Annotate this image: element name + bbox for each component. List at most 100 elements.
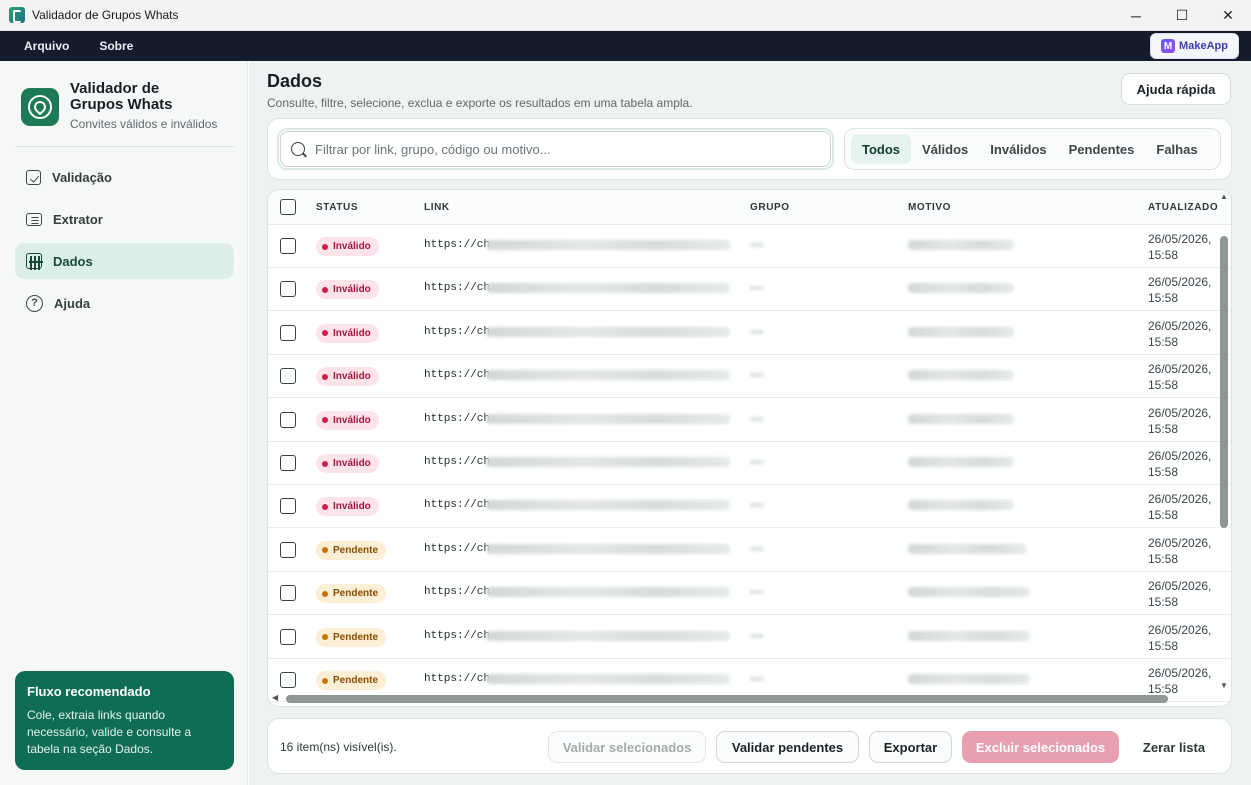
scroll-down-icon[interactable]: ▼ [1220,681,1228,690]
table-row[interactable]: Inválido https://ch 26/05/2026, 15:58 [268,399,1231,442]
redacted-group [750,243,764,247]
filter-bar: Todos Válidos Inválidos Pendentes Falhas [267,118,1232,180]
status-badge: Inválido [316,454,379,473]
status-label: Pendente [333,588,379,600]
brand-title: Validador de Grupos Whats [70,80,173,113]
makeapp-badge[interactable]: M MakeApp [1150,33,1239,59]
filter-tab-falhas[interactable]: Falhas [1145,134,1208,164]
delete-selected-button[interactable]: Excluir selecionados [962,731,1119,763]
status-dot-icon [322,590,328,597]
menu-sobre[interactable]: Sobre [84,39,148,53]
column-status[interactable]: STATUS [316,202,358,213]
row-checkbox[interactable] [280,541,296,558]
table-row[interactable]: Pendente https://ch 26/05/2026, 15:58 [268,529,1231,572]
link-text: https://ch [424,239,491,251]
redacted-group [750,590,764,595]
redacted-group [750,677,764,681]
validate-pending-button[interactable]: Validar pendentes [716,731,859,763]
link-text: https://ch [424,499,491,512]
redacted-link [486,413,730,424]
row-checkbox[interactable] [280,585,296,602]
quick-help-button[interactable]: Ajuda rápida [1121,73,1231,105]
status-dot-icon [322,634,328,641]
row-checkbox[interactable] [280,281,296,298]
status-label: Inválido [333,501,371,513]
status-dot-icon [322,373,328,380]
table-row[interactable]: Inválido https://ch 26/05/2026, 15:58 [268,355,1231,399]
filter-tab-invalidos[interactable]: Inválidos [979,134,1057,164]
clear-list-button[interactable]: Zerar lista [1129,731,1219,763]
updated-cell: 26/05/2026, 15:58 [1148,362,1212,393]
row-checkbox[interactable] [280,672,296,688]
column-atualizado[interactable]: ATUALIZADO [1148,202,1218,213]
filter-tab-todos[interactable]: Todos [851,134,912,164]
status-badge: Inválido [316,237,379,256]
sidebar-item-extrator[interactable]: Extrator [15,201,234,237]
column-grupo[interactable]: GRUPO [750,202,790,213]
table-row[interactable]: Pendente https://ch 26/05/2026, 15:58 [268,616,1231,659]
updated-cell: 26/05/2026, 15:58 [1148,579,1212,610]
table-row[interactable]: Pendente https://ch 26/05/2026, 15:58 [268,572,1231,616]
horizontal-scroll-thumb[interactable] [286,695,1168,703]
redacted-link [486,587,730,598]
row-checkbox[interactable] [280,324,296,341]
filter-tab-pendentes[interactable]: Pendentes [1058,134,1146,164]
horizontal-scrollbar[interactable]: ◀ [272,693,1222,703]
validate-selected-button[interactable]: Validar selecionados [548,731,706,763]
sidebar: Validador de Grupos Whats Convites válid… [0,61,248,785]
status-dot-icon [322,286,328,293]
redacted-reason [908,326,1014,337]
export-button[interactable]: Exportar [869,731,952,763]
redacted-link [486,457,730,467]
menu-bar: Arquivo Sobre M MakeApp [0,31,1251,61]
table-row[interactable]: Inválido https://ch 26/05/2026, 15:58 [268,442,1231,485]
select-all-checkbox[interactable] [280,199,296,215]
redacted-reason [908,674,1030,684]
status-dot-icon [322,503,328,510]
filter-tab-validos[interactable]: Válidos [911,134,979,164]
row-checkbox[interactable] [280,455,296,471]
main-content: Dados Consulte, filtre, selecione, exclu… [249,61,1251,785]
table-row[interactable]: Inválido https://ch 26/05/2026, 15:58 [268,485,1231,529]
link-text: https://ch [424,282,491,295]
redacted-reason [908,457,1014,467]
scroll-left-icon[interactable]: ◀ [272,693,278,702]
redacted-link [486,500,730,511]
column-motivo[interactable]: MOTIVO [908,202,951,213]
flow-card-text: Cole, extraia links quando necessário, v… [27,708,192,756]
maximize-button[interactable]: ☐ [1159,0,1205,31]
redacted-group [750,633,764,638]
column-link[interactable]: LINK [424,202,450,213]
link-text: https://ch [424,369,491,382]
scroll-up-icon[interactable]: ▲ [1220,192,1228,201]
status-badge: Inválido [316,367,379,387]
row-checkbox[interactable] [280,411,296,428]
row-checkbox[interactable] [280,628,296,645]
vertical-scroll-thumb[interactable] [1220,236,1228,528]
search-input[interactable] [315,141,795,157]
flow-card-title: Fluxo recomendado [27,684,151,699]
table-row[interactable]: Inválido https://ch 26/05/2026, 15:58 [268,268,1231,312]
sidebar-item-dados[interactable]: Dados [15,243,234,279]
sidebar-item-ajuda[interactable]: ? Ajuda [15,285,234,321]
link-text: https://ch [424,456,491,468]
redacted-group [750,416,764,421]
table-header: STATUS LINK GRUPO MOTIVO ATUALIZADO [268,190,1231,225]
status-dot-icon [322,417,328,424]
window-controls: ─ ☐ ✕ [1113,0,1251,31]
redacted-link [486,326,730,337]
sidebar-item-validacao[interactable]: Validação [15,159,234,195]
row-checkbox[interactable] [280,498,296,515]
row-checkbox[interactable] [280,368,296,385]
page-subtitle: Consulte, filtre, selecione, exclua e ex… [267,96,693,110]
row-checkbox[interactable] [280,238,296,254]
menu-arquivo[interactable]: Arquivo [9,39,84,53]
status-label: Inválido [333,458,371,469]
table-row[interactable]: Inválido https://ch 26/05/2026, 15:58 [268,225,1231,268]
table-row[interactable]: Inválido https://ch 26/05/2026, 15:58 [268,312,1231,355]
minimize-button[interactable]: ─ [1113,0,1159,31]
vertical-scrollbar[interactable]: ▲ ▼ [1220,192,1228,690]
redacted-group [750,329,764,334]
close-button[interactable]: ✕ [1205,0,1251,31]
redacted-reason [908,500,1014,511]
